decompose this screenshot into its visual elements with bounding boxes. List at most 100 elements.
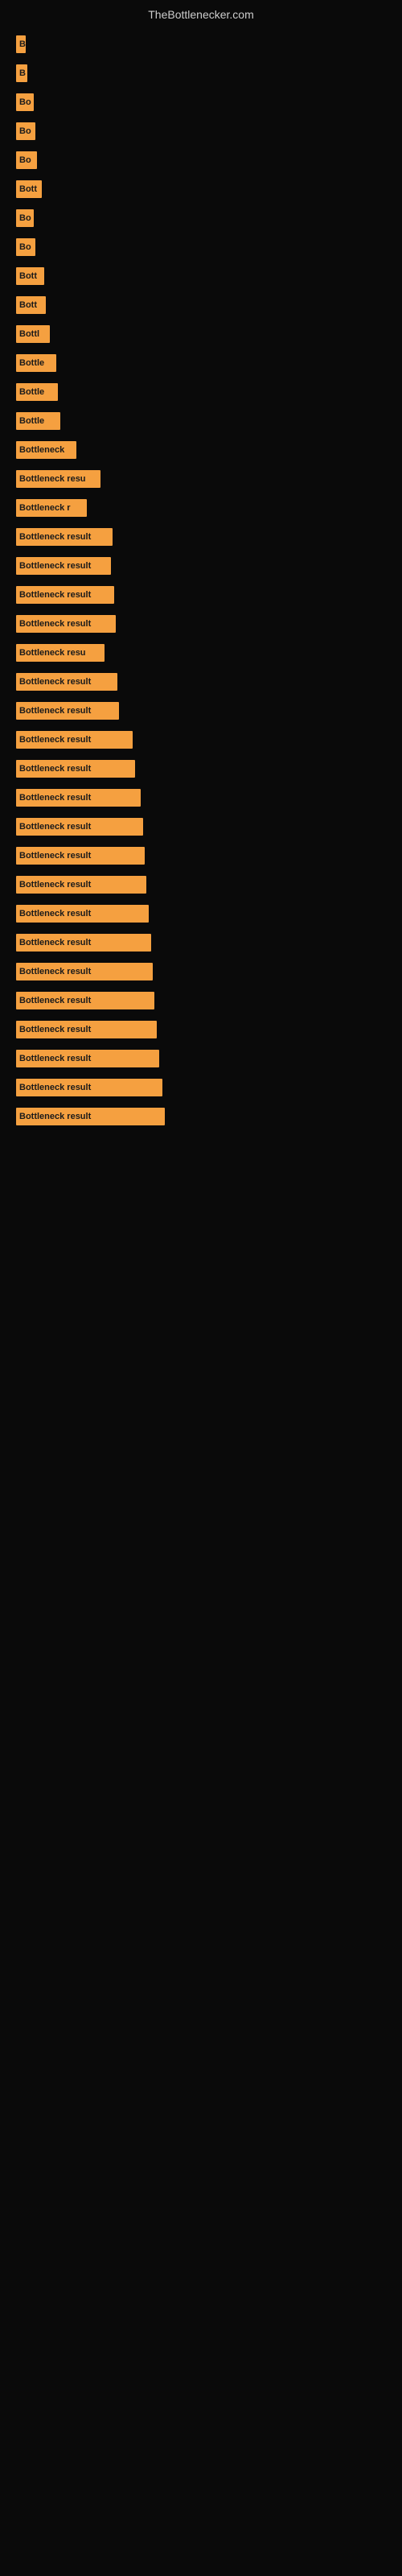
bar-label: Bottleneck result	[19, 851, 91, 861]
bar-label: Bo	[19, 97, 31, 107]
bar-row: Bottleneck result	[16, 844, 386, 867]
bar-item: Bottleneck resu	[16, 470, 100, 488]
bar-item: Bottleneck result	[16, 1050, 159, 1067]
bar-row: Bottleneck result	[16, 758, 386, 780]
bar-row: Bottleneck r	[16, 497, 386, 519]
bar-label: Bottleneck result	[19, 619, 91, 629]
bar-row: Bottleneck result	[16, 1047, 386, 1070]
bar-item: Bott	[16, 296, 46, 314]
bar-item: Bo	[16, 209, 34, 227]
bar-item: Bottl	[16, 325, 50, 343]
bar-item: Bottleneck result	[16, 731, 133, 749]
bar-item: Bottleneck result	[16, 789, 141, 807]
bar-row: B	[16, 33, 386, 56]
bar-label: Bottle	[19, 387, 44, 397]
bar-label: Bottleneck result	[19, 1083, 91, 1092]
bar-row: Bottle	[16, 381, 386, 403]
bar-item: Bottle	[16, 354, 56, 372]
bar-item: Bo	[16, 122, 35, 140]
bar-row: Bottleneck result	[16, 931, 386, 954]
bar-label: Bo	[19, 242, 31, 252]
bar-item: Bottleneck result	[16, 876, 146, 894]
bar-label: Bott	[19, 300, 37, 310]
bar-label: Bottleneck resu	[19, 474, 86, 484]
bar-item: Bottleneck result	[16, 528, 113, 546]
bar-label: B	[19, 68, 26, 78]
bar-item: Bottleneck resu	[16, 644, 105, 662]
bar-row: Bo	[16, 207, 386, 229]
bar-row: Bottleneck result	[16, 729, 386, 751]
bar-row: Bottleneck result	[16, 989, 386, 1012]
bar-item: Bottleneck result	[16, 847, 145, 865]
bar-item: Bottleneck result	[16, 992, 154, 1009]
bar-row: Bo	[16, 91, 386, 114]
bar-item: B	[16, 35, 26, 53]
bar-row: Bottleneck result	[16, 902, 386, 925]
bar-row: Bottle	[16, 410, 386, 432]
bar-label: Bottleneck result	[19, 996, 91, 1005]
bar-label: Bottleneck	[19, 445, 64, 455]
bar-item: Bottleneck result	[16, 818, 143, 836]
bar-label: Bottle	[19, 416, 44, 426]
bar-row: Bottleneck result	[16, 700, 386, 722]
bar-row: Bo	[16, 149, 386, 171]
bar-item: Bottleneck result	[16, 905, 149, 923]
bar-label: Bottleneck result	[19, 677, 91, 687]
bar-row: Bottleneck result	[16, 1076, 386, 1099]
bar-row: Bottleneck result	[16, 555, 386, 577]
bar-label: Bottleneck result	[19, 1025, 91, 1034]
bar-label: Bo	[19, 126, 31, 136]
bar-label: Bottleneck resu	[19, 648, 86, 658]
bar-label: Bottleneck r	[19, 503, 71, 513]
bar-item: Bottleneck result	[16, 760, 135, 778]
bar-label: Bottle	[19, 358, 44, 368]
bar-row: Bottleneck result	[16, 873, 386, 896]
bar-row: Bottleneck result	[16, 613, 386, 635]
bar-row: Bo	[16, 120, 386, 142]
bar-label: Bo	[19, 155, 31, 165]
bar-label: Bottleneck result	[19, 822, 91, 832]
bar-item: Bott	[16, 180, 42, 198]
bar-row: Bottleneck result	[16, 526, 386, 548]
bar-label: Bottleneck result	[19, 1112, 91, 1121]
bar-item: Bottleneck result	[16, 934, 151, 952]
bar-item: Bo	[16, 93, 34, 111]
bar-label: Bottleneck result	[19, 706, 91, 716]
header: TheBottlenecker.com	[0, 0, 402, 25]
bar-label: Bottleneck result	[19, 764, 91, 774]
bar-item: B	[16, 64, 27, 82]
bar-row: Bottleneck result	[16, 960, 386, 983]
bar-label: Bottleneck result	[19, 532, 91, 542]
bar-item: Bo	[16, 238, 35, 256]
bar-item: Bottleneck result	[16, 1021, 157, 1038]
bar-row: Bottleneck resu	[16, 642, 386, 664]
bar-row: Bo	[16, 236, 386, 258]
bar-row: Bottleneck result	[16, 1018, 386, 1041]
bar-label: Bottleneck result	[19, 938, 91, 947]
bar-item: Bottleneck result	[16, 615, 116, 633]
bar-row: Bottl	[16, 323, 386, 345]
bar-row: Bottleneck resu	[16, 468, 386, 490]
bar-label: B	[19, 39, 26, 49]
bar-row: Bottleneck	[16, 439, 386, 461]
bar-item: Bottle	[16, 412, 60, 430]
bar-label: Bottleneck result	[19, 1054, 91, 1063]
bar-row: Bottleneck result	[16, 584, 386, 606]
bar-label: Bottleneck result	[19, 590, 91, 600]
bar-row: Bott	[16, 265, 386, 287]
bar-row: Bottle	[16, 352, 386, 374]
bar-row: Bott	[16, 294, 386, 316]
bar-row: Bottleneck result	[16, 815, 386, 838]
bar-row: Bottleneck result	[16, 1105, 386, 1128]
bar-label: Bottl	[19, 329, 39, 339]
bar-item: Bottleneck result	[16, 586, 114, 604]
bar-item: Bott	[16, 267, 44, 285]
bar-row: Bottleneck result	[16, 671, 386, 693]
bar-label: Bottleneck result	[19, 909, 91, 919]
bar-item: Bottleneck result	[16, 1079, 162, 1096]
bar-item: Bo	[16, 151, 37, 169]
bar-item: Bottleneck result	[16, 702, 119, 720]
bar-item: Bottleneck result	[16, 673, 117, 691]
site-title: TheBottlenecker.com	[0, 0, 402, 25]
bar-row: B	[16, 62, 386, 85]
